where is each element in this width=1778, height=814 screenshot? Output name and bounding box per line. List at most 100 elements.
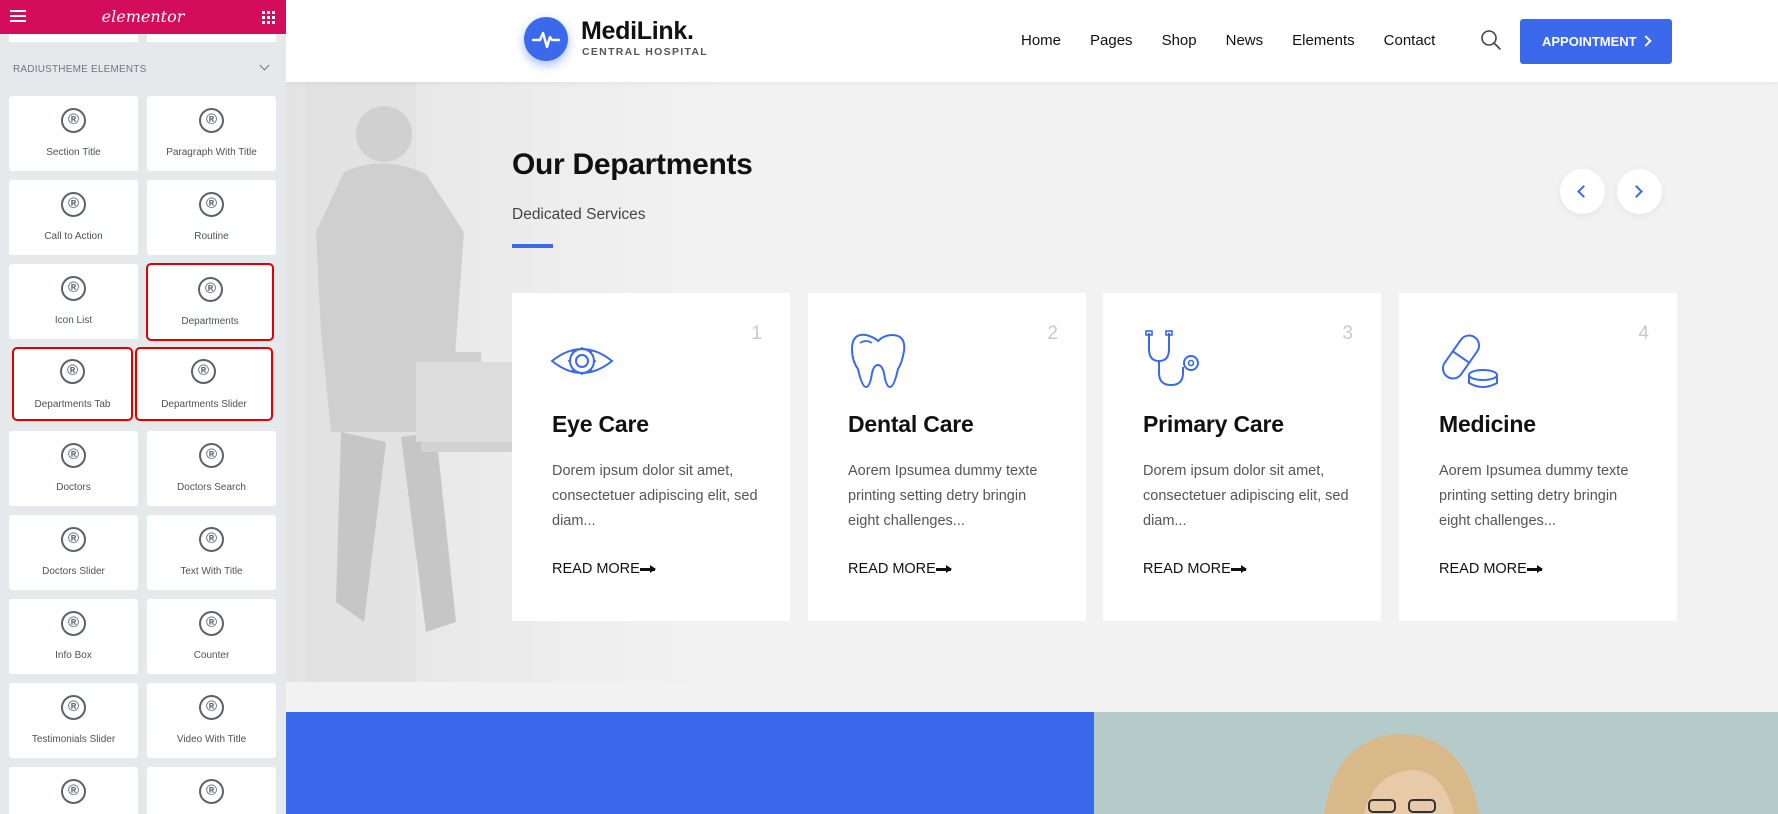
blue-section	[286, 712, 1094, 814]
read-more-link[interactable]: READ MORE	[1439, 561, 1527, 577]
widget-tile-partial[interactable]	[9, 34, 138, 42]
brand-name[interactable]: MediLink.	[581, 17, 694, 46]
heartbeat-logo-icon[interactable]	[524, 17, 568, 61]
category-label: RADIUSTHEME ELEMENTS	[13, 64, 147, 75]
widget-testimonials-slider[interactable]: ® Testimonials Slider	[9, 683, 138, 758]
widget-partial[interactable]: ®	[9, 767, 138, 814]
registered-icon: ®	[61, 779, 86, 804]
panel-header: elementor	[0, 0, 286, 34]
card-title: Dental Care	[848, 411, 974, 437]
card-description: Aorem Ipsumea dummy texte printing setti…	[1439, 463, 1629, 529]
widget-doctors-slider[interactable]: ® Doctors Slider	[9, 515, 138, 590]
chevron-left-icon	[1577, 185, 1590, 198]
doctor-photo	[1094, 712, 1778, 814]
chevron-down-icon[interactable]	[259, 60, 270, 71]
pill-icon	[1437, 329, 1501, 393]
card-title: Medicine	[1439, 411, 1536, 437]
widget-departments[interactable]: ® Departments	[146, 263, 274, 341]
widget-video-with-title[interactable]: ® Video With Title	[147, 683, 276, 758]
registered-icon: ®	[61, 443, 86, 468]
search-icon[interactable]	[1479, 28, 1503, 52]
widget-label: Call to Action	[44, 231, 103, 242]
registered-icon: ®	[199, 108, 224, 133]
eye-icon	[550, 329, 614, 393]
card-number: 3	[1342, 323, 1353, 344]
registered-icon: ®	[61, 276, 86, 301]
section-title: Our Departments	[512, 148, 753, 181]
registered-icon: ®	[61, 611, 86, 636]
registered-icon: ®	[198, 277, 223, 302]
widget-departments-slider[interactable]: ® Departments Slider	[135, 347, 273, 421]
main-nav: Home Pages Shop News Elements Contact	[1021, 32, 1464, 49]
nav-pages[interactable]: Pages	[1090, 32, 1133, 49]
department-card[interactable]: 4 Medicine Aorem Ipsumea dummy texte pri…	[1399, 293, 1677, 621]
arrow-right-icon	[1527, 565, 1543, 573]
nav-news[interactable]: News	[1226, 32, 1264, 49]
registered-icon: ®	[61, 695, 86, 720]
widget-departments-tab[interactable]: ® Departments Tab	[12, 347, 133, 421]
widget-label: Paragraph With Title	[166, 147, 257, 158]
registered-icon: ®	[191, 359, 216, 384]
section-subtitle: Dedicated Services	[512, 206, 646, 223]
widget-counter[interactable]: ® Counter	[147, 599, 276, 674]
widget-routine[interactable]: ® Routine	[147, 180, 276, 255]
widget-text-with-title[interactable]: ® Text With Title	[147, 515, 276, 590]
read-more-link[interactable]: READ MORE	[848, 561, 936, 577]
card-number: 4	[1638, 323, 1649, 344]
widget-tile-partial[interactable]	[147, 34, 276, 42]
widget-call-to-action[interactable]: ® Call to Action	[9, 180, 138, 255]
widget-label: Doctors Slider	[42, 566, 105, 577]
arrow-right-icon	[936, 565, 952, 573]
widget-info-box[interactable]: ® Info Box	[9, 599, 138, 674]
slider-prev-button[interactable]	[1560, 169, 1605, 214]
elementor-panel: elementor RADIUSTHEME ELEMENTS ® Section…	[0, 0, 286, 814]
department-card[interactable]: 3 Primary Care Dorem ipsum dolor sit ame…	[1103, 293, 1381, 621]
widget-label: Departments Tab	[34, 399, 111, 410]
site-header: MediLink. CENTRAL HOSPITAL Home Pages Sh…	[286, 0, 1778, 82]
nav-home[interactable]: Home	[1021, 32, 1061, 49]
registered-icon: ®	[61, 527, 86, 552]
widget-label: Routine	[194, 231, 229, 242]
widget-label: Departments Slider	[161, 399, 247, 410]
widget-label: Doctors	[56, 482, 91, 493]
registered-icon: ®	[61, 192, 86, 217]
widgets-grid-icon[interactable]	[262, 11, 275, 24]
widget-paragraph-with-title[interactable]: ® Paragraph With Title	[147, 96, 276, 171]
widget-doctors-search[interactable]: ® Doctors Search	[147, 431, 276, 506]
widget-label: Icon List	[54, 315, 93, 326]
card-description: Dorem ipsum dolor sit amet, consectetuer…	[552, 463, 758, 529]
widget-label: Testimonials Slider	[31, 734, 116, 745]
widget-label: Section Title	[46, 147, 101, 158]
card-description: Dorem ipsum dolor sit amet, consectetuer…	[1143, 463, 1349, 529]
department-card[interactable]: 1 Eye Care Dorem ipsum dolor sit amet, c…	[512, 293, 790, 621]
nav-elements[interactable]: Elements	[1292, 32, 1355, 49]
registered-icon: ®	[199, 192, 224, 217]
nav-contact[interactable]: Contact	[1384, 32, 1436, 49]
brand-tagline: CENTRAL HOSPITAL	[582, 46, 708, 58]
widget-section-title[interactable]: ® Section Title	[9, 96, 138, 171]
widget-icon-list[interactable]: ® Icon List	[9, 264, 138, 339]
nav-shop[interactable]: Shop	[1162, 32, 1197, 49]
slider-next-button[interactable]	[1617, 169, 1662, 214]
registered-icon: ®	[199, 695, 224, 720]
widget-label: Doctors Search	[177, 482, 246, 493]
card-number: 2	[1047, 323, 1058, 344]
appointment-button[interactable]: APPOINTMENT	[1520, 19, 1672, 64]
widget-label: Departments	[181, 316, 239, 327]
read-more-link[interactable]: READ MORE	[552, 561, 640, 577]
chevron-right-icon	[1640, 35, 1652, 47]
registered-icon: ®	[199, 779, 224, 804]
card-number: 1	[751, 323, 762, 344]
registered-icon: ®	[61, 108, 86, 133]
tooth-icon	[846, 329, 910, 393]
card-title: Eye Care	[552, 411, 649, 437]
elementor-logo: elementor	[101, 7, 185, 26]
category-header[interactable]: RADIUSTHEME ELEMENTS	[0, 54, 286, 84]
registered-icon: ®	[199, 443, 224, 468]
read-more-link[interactable]: READ MORE	[1143, 561, 1231, 577]
chevron-right-icon	[1630, 185, 1643, 198]
widget-doctors[interactable]: ® Doctors	[9, 431, 138, 506]
widget-partial[interactable]: ®	[147, 767, 276, 814]
site-preview: MediLink. CENTRAL HOSPITAL Home Pages Sh…	[286, 0, 1778, 814]
department-card[interactable]: 2 Dental Care Aorem Ipsumea dummy texte …	[808, 293, 1086, 621]
